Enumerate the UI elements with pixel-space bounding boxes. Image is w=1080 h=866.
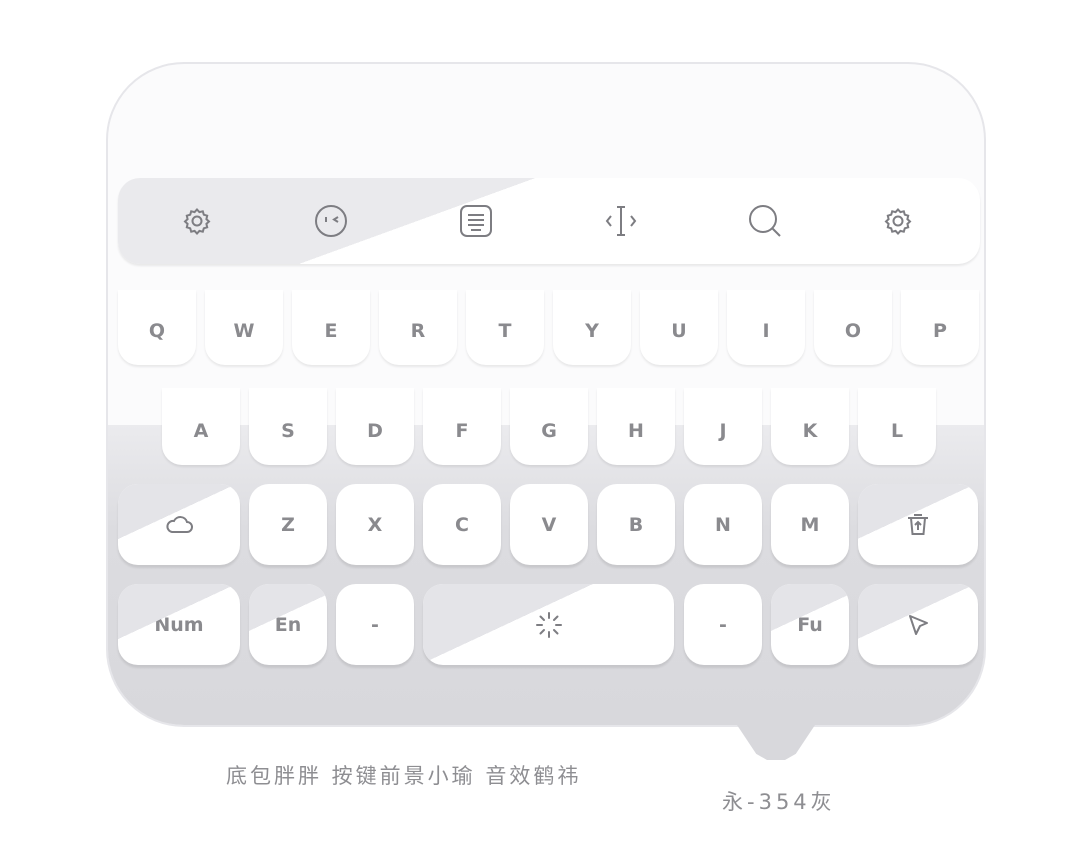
key-o[interactable]: O — [814, 290, 892, 365]
key-r[interactable]: R — [379, 290, 457, 365]
en-key[interactable]: En — [249, 584, 327, 665]
key-v[interactable]: V — [510, 484, 588, 565]
key-l[interactable]: L — [858, 388, 936, 465]
delete-key[interactable] — [858, 484, 978, 565]
send-key[interactable] — [858, 584, 978, 665]
keyboard-layout-icon[interactable] — [459, 204, 493, 238]
send-arrow-icon — [909, 614, 928, 635]
credits-caption: 底包胖胖 按键前景小瑜 音效鹤祎 — [226, 764, 582, 788]
keyboard-toolbar — [118, 178, 980, 264]
key-m[interactable]: M — [771, 484, 849, 565]
key-z[interactable]: Z — [249, 484, 327, 565]
key-y[interactable]: Y — [553, 290, 631, 365]
key-g[interactable]: G — [510, 388, 588, 465]
key-p[interactable]: P — [901, 290, 979, 365]
key-u[interactable]: U — [640, 290, 718, 365]
key-h[interactable]: H — [597, 388, 675, 465]
key-x[interactable]: X — [336, 484, 414, 565]
key-d[interactable]: D — [336, 388, 414, 465]
space-key[interactable] — [423, 584, 674, 665]
key-c[interactable]: C — [423, 484, 501, 565]
cursor-move-icon[interactable] — [604, 204, 638, 238]
key-s[interactable]: S — [249, 388, 327, 465]
key-w[interactable]: W — [205, 290, 283, 365]
keyboard-base — [108, 425, 984, 725]
key-q[interactable]: Q — [118, 290, 196, 365]
key-t[interactable]: T — [466, 290, 544, 365]
trash-icon — [908, 513, 928, 535]
key-f[interactable]: F — [423, 388, 501, 465]
dash-key-left[interactable]: - — [336, 584, 414, 665]
spinner-icon — [535, 611, 562, 638]
key-k[interactable]: K — [771, 388, 849, 465]
key-n[interactable]: N — [684, 484, 762, 565]
key-b[interactable]: B — [597, 484, 675, 565]
key-j[interactable]: J — [684, 388, 762, 465]
settings-gear-icon[interactable] — [180, 204, 214, 238]
settings-gear-icon-right[interactable] — [881, 204, 915, 238]
cloud-key[interactable] — [118, 484, 240, 565]
dash-key-right[interactable]: - — [684, 584, 762, 665]
emoji-icon[interactable] — [314, 204, 348, 238]
key-a[interactable]: A — [162, 388, 240, 465]
num-key[interactable]: Num — [118, 584, 240, 665]
cloud-icon — [166, 515, 193, 533]
search-icon[interactable] — [748, 204, 782, 238]
speech-bubble-tail — [731, 716, 821, 760]
key-e[interactable]: E — [292, 290, 370, 365]
color-label: 永-354灰 — [722, 790, 836, 814]
key-i[interactable]: I — [727, 290, 805, 365]
fu-key[interactable]: Fu — [771, 584, 849, 665]
